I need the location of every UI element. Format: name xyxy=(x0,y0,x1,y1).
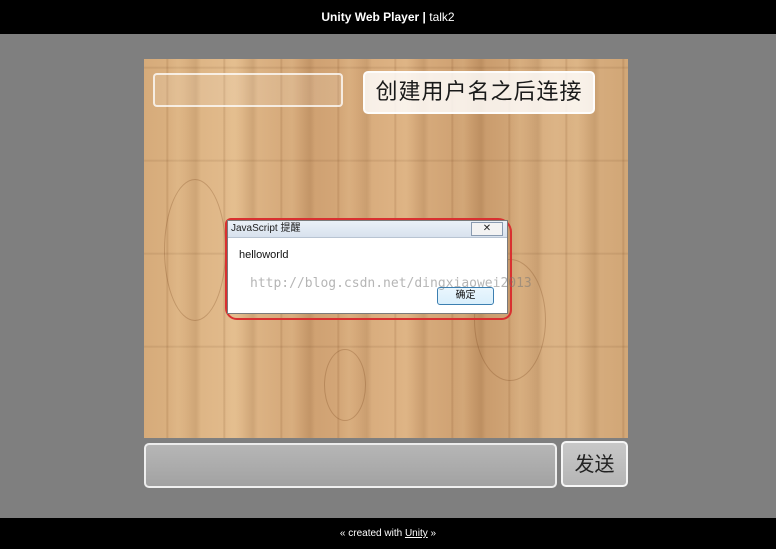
dialog-title: JavaScript 提醒 xyxy=(231,223,301,234)
connect-button[interactable]: 创建用户名之后连接 xyxy=(363,71,595,114)
username-input[interactable] xyxy=(153,73,343,107)
app-name: Unity Web Player xyxy=(321,10,420,24)
send-button[interactable]: 发送 xyxy=(561,441,628,487)
message-input[interactable] xyxy=(144,443,557,488)
wood-knot-decoration xyxy=(324,349,366,421)
page-title: talk2 xyxy=(429,10,455,24)
watermark-text: http://blog.csdn.net/dingxiaowei2013 xyxy=(250,276,532,291)
dialog-titlebar[interactable]: JavaScript 提醒 ✕ xyxy=(228,221,507,238)
window-title-bar: Unity Web Player | talk2 xyxy=(0,0,776,34)
wood-knot-decoration xyxy=(164,179,226,321)
close-icon[interactable]: ✕ xyxy=(471,222,503,236)
unity-link[interactable]: Unity xyxy=(405,528,428,539)
dialog-message: helloworld xyxy=(239,249,289,261)
title-separator: | xyxy=(419,10,430,24)
footer: « created with Unity » xyxy=(0,518,776,549)
footer-suffix: » xyxy=(427,528,437,539)
javascript-alert-dialog: JavaScript 提醒 ✕ helloworld 确定 xyxy=(227,220,508,314)
footer-prefix: « created with xyxy=(339,528,405,539)
